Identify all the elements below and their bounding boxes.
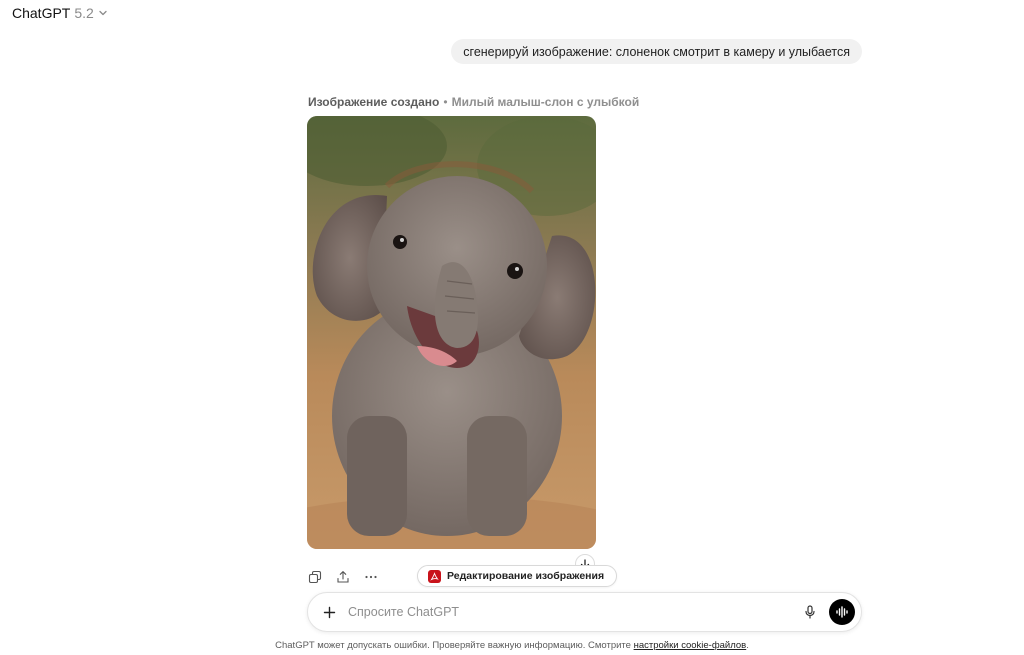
- acrobat-icon: [428, 569, 441, 583]
- share-icon: [337, 571, 349, 583]
- message-actions: [306, 568, 380, 586]
- chevron-down-icon: [99, 10, 107, 16]
- disclaimer-suffix: .: [746, 640, 749, 651]
- cookie-settings-link[interactable]: настройки cookie-файлов: [634, 640, 747, 651]
- attach-button[interactable]: [318, 601, 340, 623]
- caption-separator: •: [443, 95, 448, 109]
- edit-image-label: Редактирование изображения: [447, 570, 605, 582]
- chat-page: ChatGPT 5.2 сгенерируй изображение: слон…: [0, 0, 1024, 655]
- composer: [307, 592, 862, 632]
- copy-button[interactable]: [306, 568, 324, 586]
- user-message-bubble: сгенерируй изображение: слоненок смотрит…: [451, 39, 862, 64]
- disclaimer-text: ChatGPT может допускать ошибки. Проверяй…: [275, 640, 634, 651]
- voice-mode-icon: [836, 606, 848, 618]
- more-icon: [365, 575, 377, 579]
- model-version: 5.2: [74, 5, 94, 21]
- disclaimer: ChatGPT может допускать ошибки. Проверяй…: [0, 640, 1024, 651]
- copy-icon: [308, 570, 322, 584]
- more-button[interactable]: [362, 568, 380, 586]
- dictate-button[interactable]: [799, 601, 821, 623]
- image-status: Изображение создано: [308, 95, 440, 109]
- model-name: ChatGPT: [12, 5, 71, 21]
- user-message-text: сгенерируй изображение: слоненок смотрит…: [463, 44, 850, 59]
- model-switcher[interactable]: ChatGPT 5.2: [8, 3, 112, 23]
- edit-image-button[interactable]: Редактирование изображения: [417, 565, 618, 587]
- baby-elephant-image: [307, 116, 596, 549]
- share-button[interactable]: [334, 568, 352, 586]
- plus-icon: [323, 606, 335, 618]
- voice-mode-button[interactable]: [829, 599, 855, 625]
- mic-icon: [805, 605, 815, 619]
- prompt-input[interactable]: [348, 605, 799, 619]
- image-caption: Изображение создано • Милый малыш-слон с у…: [308, 95, 639, 109]
- image-title: Милый малыш-слон с улыбкой: [451, 95, 640, 109]
- generated-image[interactable]: [307, 116, 596, 549]
